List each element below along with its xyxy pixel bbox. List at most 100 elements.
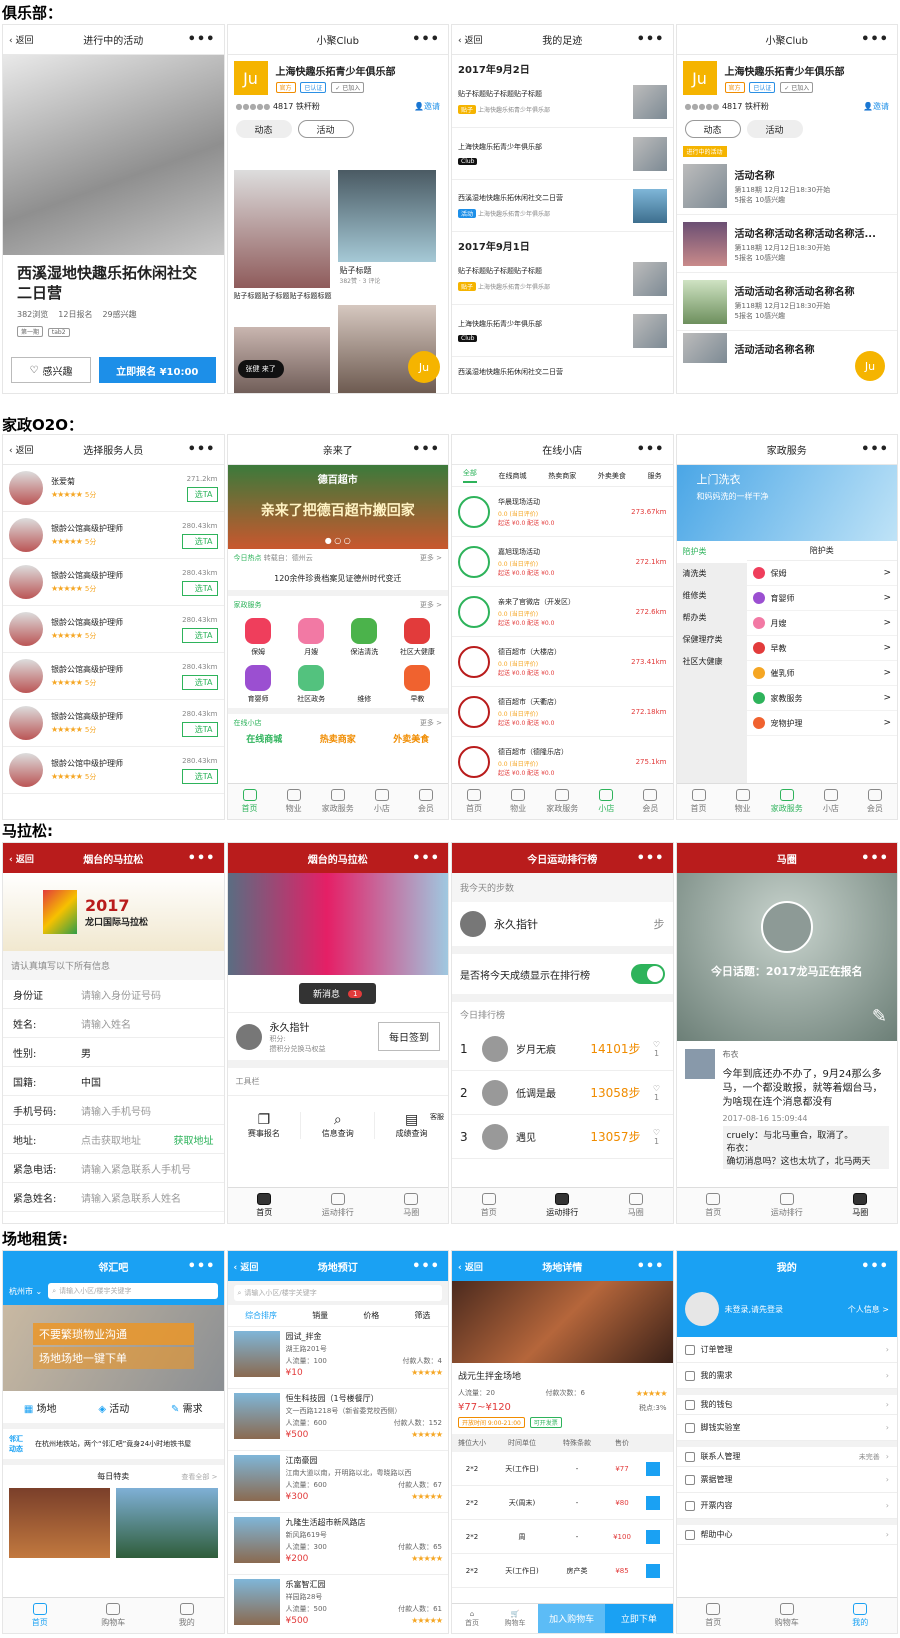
tab-home[interactable]: 首页 bbox=[228, 1188, 302, 1223]
deal-image[interactable] bbox=[116, 1488, 218, 1558]
tab-property[interactable]: 物业 bbox=[496, 784, 540, 819]
tab-hot[interactable]: 热卖商家 bbox=[548, 471, 576, 481]
service-row[interactable]: 早教 > bbox=[746, 636, 897, 661]
pick-button[interactable]: 选TA bbox=[182, 533, 218, 549]
menu-item[interactable]: 联系人管理 未完善 › bbox=[676, 1441, 897, 1467]
more-icon[interactable]: ••• bbox=[861, 442, 889, 457]
add-to-cart-button[interactable]: 加入购物车 bbox=[538, 1603, 606, 1633]
menu-item[interactable]: 我的需求 › bbox=[676, 1363, 897, 1389]
filter-button[interactable]: 筛选 bbox=[414, 1310, 430, 1321]
field-input[interactable]: 男 bbox=[81, 1045, 214, 1060]
tab-all[interactable]: 全部 bbox=[462, 468, 477, 483]
service-row[interactable]: 月嫂 > bbox=[746, 611, 897, 636]
pick-button[interactable]: 选TA bbox=[186, 486, 218, 502]
form-row[interactable]: 姓名: 请输入姓名 bbox=[3, 1009, 224, 1038]
shop-entry[interactable]: 外卖美食 bbox=[393, 732, 429, 745]
staff-row[interactable]: 银龄公馆中级护理师 ★★★★★ 5分 280.43km 选TA bbox=[3, 747, 224, 794]
tab-member[interactable]: 会员 bbox=[404, 784, 448, 819]
menu-item[interactable]: 票据管理 › bbox=[676, 1467, 897, 1493]
edit-icon[interactable]: ✎ bbox=[872, 1006, 887, 1027]
service-row[interactable]: 宠物护理 > bbox=[746, 711, 897, 736]
back-button[interactable]: ‹ 返回 bbox=[458, 1260, 483, 1273]
form-row[interactable]: 紧急姓名: 请输入紧急联系人姓名 bbox=[3, 1183, 224, 1212]
tab-member[interactable]: 会员 bbox=[628, 784, 672, 819]
service-row[interactable]: 育婴师 > bbox=[746, 586, 897, 611]
tab-activity[interactable]: 活动 bbox=[746, 120, 803, 138]
service-entry[interactable]: 维修 bbox=[338, 661, 391, 708]
back-button[interactable]: ‹ 返回 bbox=[9, 33, 33, 46]
tab-mine[interactable]: 我的 bbox=[150, 1598, 224, 1633]
tab-housekeeping[interactable]: 家政服务 bbox=[540, 784, 584, 819]
list-item[interactable]: 活动活动名称活动名称名称 第118期 12月12日18:30开始 5报名 10感兴趣 bbox=[676, 273, 897, 331]
show-ranking-toggle[interactable] bbox=[630, 964, 665, 984]
more-link[interactable]: 更多 > bbox=[420, 600, 442, 610]
checkin-button[interactable]: 每日签到 bbox=[378, 1022, 440, 1051]
pick-button[interactable]: 选TA bbox=[182, 721, 218, 737]
more-icon[interactable]: ••• bbox=[861, 1259, 889, 1274]
more-link[interactable]: 更多 > bbox=[420, 718, 442, 728]
service-entry[interactable]: 月嫂 bbox=[285, 614, 338, 661]
invite-link[interactable]: 👤邀请 bbox=[863, 101, 889, 112]
tab-cart[interactable]: 购物车 bbox=[77, 1598, 151, 1633]
more-icon[interactable]: ••• bbox=[412, 32, 440, 47]
shop-entry[interactable]: 热卖商家 bbox=[320, 732, 356, 745]
buy-now-button[interactable]: 立即下单 bbox=[605, 1603, 673, 1633]
more-link[interactable]: 更多 > bbox=[420, 553, 442, 563]
profile-link[interactable]: 个人信息 > bbox=[848, 1304, 889, 1315]
tab-activity[interactable]: 活动 bbox=[297, 120, 354, 138]
more-icon[interactable]: ••• bbox=[412, 1259, 440, 1274]
category-item[interactable]: 帮办类 bbox=[677, 607, 747, 629]
more-icon[interactable]: ••• bbox=[412, 851, 440, 866]
shop-row[interactable]: 德百超市（德隆乐店） 0.0 (当日评价) 起送 ¥0.0 配送 ¥0.0 275.1… bbox=[452, 737, 673, 787]
tab-shop[interactable]: 小店 bbox=[584, 784, 628, 819]
post2-image[interactable] bbox=[337, 170, 436, 262]
banner[interactable]: 上门洗衣 和妈妈洗的一样干净 bbox=[676, 465, 897, 541]
more-icon[interactable]: ••• bbox=[861, 32, 889, 47]
view-all-link[interactable]: 查看全部 > bbox=[181, 1472, 217, 1482]
service-entry[interactable]: 社区大健康 bbox=[391, 614, 444, 661]
form-row[interactable]: 紧急电话: 请输入紧急联系人手机号 bbox=[3, 1154, 224, 1183]
staff-row[interactable]: 银龄公馆高级护理师 ★★★★★ 5分 280.43km 选TA bbox=[3, 512, 224, 559]
staff-row[interactable]: 银龄公馆高级护理师 ★★★★★ 5分 280.43km 选TA bbox=[3, 559, 224, 606]
tab-housekeeping[interactable]: 家政服务 bbox=[316, 784, 360, 819]
form-row[interactable]: 身份证 请输入身份证号码 bbox=[3, 980, 224, 1009]
menu-item[interactable]: 我的钱包 › bbox=[676, 1389, 897, 1415]
tab-circle[interactable]: 马圈 bbox=[375, 1188, 449, 1223]
cat-activity[interactable]: ◈ 活动 bbox=[98, 1400, 129, 1415]
venue-row[interactable]: 江南豪园 江南大道以南，开明路以北，粤晓路以西 人流量：600 付款人数：67 ¥300… bbox=[227, 1451, 448, 1513]
tab-home[interactable]: 首页 bbox=[677, 784, 721, 819]
tab-property[interactable]: 物业 bbox=[272, 784, 316, 819]
club-fab[interactable]: Ju bbox=[855, 351, 885, 381]
add-row-button[interactable] bbox=[646, 1495, 660, 1510]
tool-results[interactable]: ▤ 成绩查询 客服 bbox=[374, 1112, 448, 1139]
staff-row[interactable]: 张爱菊 ★★★★★ 5分 271.2km 选TA bbox=[3, 465, 224, 512]
detail-home[interactable]: ⌂ 首页 bbox=[452, 1610, 492, 1628]
shop-row[interactable]: 嘉旭现场活动 0.0 (当日评价) 起送 ¥0.0 配送 ¥0.0 272.1km bbox=[452, 537, 673, 587]
like-button[interactable]: ♡ 1 bbox=[649, 1084, 665, 1102]
pick-button[interactable]: 选TA bbox=[182, 627, 218, 643]
sort-sales[interactable]: 销量 bbox=[312, 1310, 328, 1321]
new-message-button[interactable]: 新消息 1 bbox=[299, 983, 377, 1004]
menu-item[interactable]: 开票内容 › bbox=[676, 1493, 897, 1519]
field-input[interactable]: 中国 bbox=[81, 1074, 214, 1089]
list-item[interactable]: 上海快趣乐拓青少年俱乐部 Club bbox=[452, 128, 673, 180]
field-input[interactable]: 请输入手机号码 bbox=[81, 1103, 214, 1118]
tab-service[interactable]: 服务 bbox=[648, 471, 662, 481]
shop-entry[interactable]: 在线商城 bbox=[246, 732, 282, 745]
more-icon[interactable]: ••• bbox=[188, 442, 216, 457]
tab-shop[interactable]: 小店 bbox=[360, 784, 404, 819]
venue-row[interactable]: 九隆生活超市新风路店 新风路619号 人流量：300 付款人数：65 ¥200 ★★★★★ bbox=[227, 1513, 448, 1575]
service-row[interactable]: 家教服务 > bbox=[746, 686, 897, 711]
pick-button[interactable]: 选TA bbox=[182, 580, 218, 596]
add-row-button[interactable] bbox=[646, 1563, 660, 1578]
signup-button[interactable]: 立即报名 ¥10:00 bbox=[99, 357, 216, 383]
tab-circle[interactable]: 马圈 bbox=[824, 1188, 898, 1223]
service-entry[interactable]: 早教 bbox=[391, 661, 444, 708]
service-entry[interactable]: 保姆 bbox=[232, 614, 285, 661]
list-item[interactable]: 活动名称活动名称活动名称活... 第118期 12月12日18:30开始 5报名 1… bbox=[676, 215, 897, 273]
field-input[interactable]: 请输入姓名 bbox=[81, 1016, 214, 1031]
tag[interactable]: tab2 bbox=[47, 328, 70, 337]
tab-feed[interactable]: 动态 bbox=[684, 120, 741, 138]
tab-food[interactable]: 外卖美食 bbox=[598, 471, 626, 481]
more-icon[interactable]: ••• bbox=[188, 32, 216, 47]
